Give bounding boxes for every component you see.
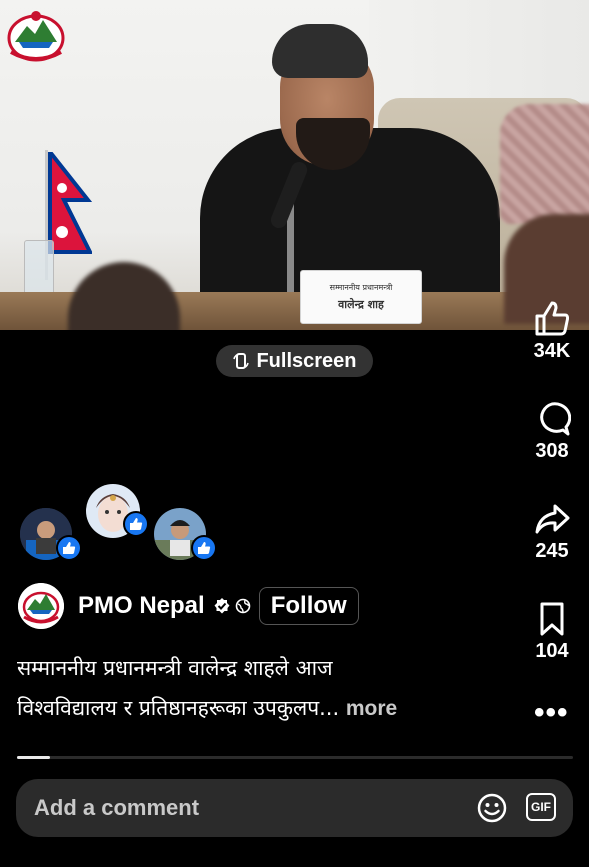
- share-count: 245: [535, 540, 569, 562]
- save-button[interactable]: 104: [520, 600, 584, 663]
- share-arrow-icon: [535, 504, 570, 534]
- globe-icon: [235, 598, 251, 614]
- author-avatar[interactable]: [18, 583, 64, 629]
- water-glass: [24, 240, 54, 296]
- fullscreen-button[interactable]: Fullscreen: [216, 345, 373, 377]
- nepal-emblem-icon: [18, 583, 64, 629]
- post-caption[interactable]: सम्माननीय प्रधानमन्त्री वालेन्द्र शाहले …: [17, 648, 517, 729]
- foreground-hat: [500, 104, 589, 224]
- emoji-icon[interactable]: [476, 792, 508, 824]
- nameplate-name: वालेन्द्र शाह: [338, 298, 384, 311]
- video-player[interactable]: सम्माननीय प्रधानमन्त्री वालेन्द्र शाह: [0, 0, 589, 330]
- bookmark-icon: [540, 602, 564, 636]
- reactor-1[interactable]: [20, 508, 82, 561]
- caption-line-1: सम्माननीय प्रधानमन्त्री वालेन्द्र शाहले …: [17, 656, 333, 680]
- like-count: 34K: [533, 340, 571, 362]
- nepal-flag-icon: [48, 152, 92, 254]
- rotate-phone-icon: [233, 353, 250, 369]
- caption-line-2: विश्वविद्यालय र प्रतिष्ठानहरूका उपकुलप..…: [17, 688, 517, 729]
- video-progress-fill: [17, 756, 51, 759]
- like-reaction-icon: [191, 535, 217, 561]
- comment-button[interactable]: 308: [520, 400, 584, 463]
- fullscreen-label: Fullscreen: [256, 349, 357, 372]
- comment-input[interactable]: [34, 795, 434, 821]
- more-options-button[interactable]: •••: [534, 696, 569, 730]
- comment-bar: GIF: [16, 779, 573, 837]
- nameplate-title: सम्माननीय प्रधानमन्त्री: [329, 283, 393, 292]
- more-dots-icon: •••: [534, 696, 569, 729]
- see-more-link[interactable]: more: [346, 697, 397, 720]
- author-row: PMO Nepal Follow: [18, 583, 359, 629]
- thumbs-up-icon: [535, 301, 570, 336]
- video-progress-bar[interactable]: [17, 756, 573, 759]
- nepal-emblem-icon: [7, 11, 65, 62]
- like-button[interactable]: 34K: [520, 300, 584, 363]
- like-reaction-icon: [123, 511, 149, 537]
- like-reaction-icon: [56, 535, 82, 561]
- follow-button[interactable]: Follow: [258, 587, 359, 625]
- caption-line-2-text: विश्वविद्यालय र प्रतिष्ठानहरूका उपकुलप..…: [17, 696, 340, 720]
- comment-bubble-icon: [540, 402, 571, 436]
- comment-count: 308: [535, 440, 569, 462]
- gif-button[interactable]: GIF: [526, 793, 556, 821]
- share-button[interactable]: 245: [520, 500, 584, 563]
- verified-badge-icon: [214, 598, 230, 614]
- author-name[interactable]: PMO Nepal: [78, 592, 205, 620]
- reactor-2[interactable]: [86, 484, 149, 538]
- speaker-hair: [272, 24, 368, 78]
- save-count: 104: [535, 640, 569, 662]
- nameplate: सम्माननीय प्रधानमन्त्री वालेन्द्र शाह: [300, 270, 422, 324]
- reactor-3[interactable]: [154, 508, 217, 561]
